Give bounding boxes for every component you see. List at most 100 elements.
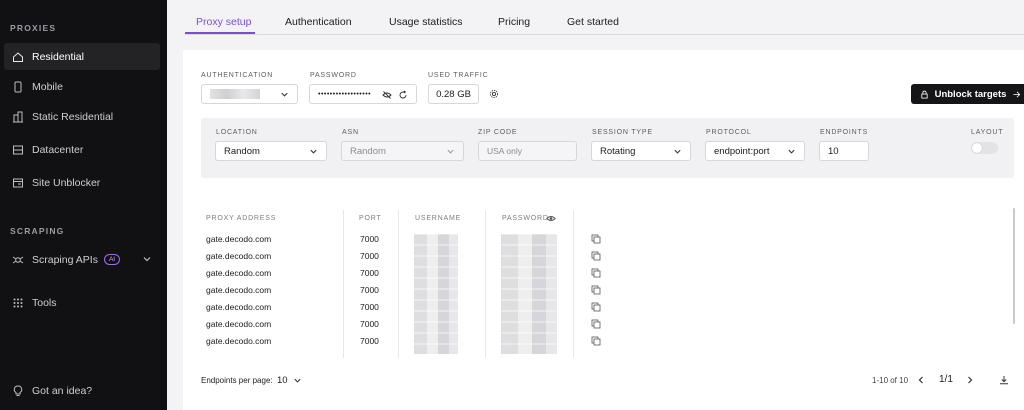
eye-off-icon[interactable] <box>382 90 392 100</box>
toggle-knob <box>972 143 982 153</box>
refresh-icon[interactable] <box>398 90 408 100</box>
table-row-port: 7000 <box>360 268 379 278</box>
location-label: LOCATION <box>216 129 258 136</box>
protocol-select[interactable]: endpoint:port <box>705 141 805 161</box>
table-row-address: gate.decodo.com <box>206 336 272 346</box>
sidebar-item-label: Datacenter <box>32 143 84 156</box>
main-content: Proxy setup Authentication Usage statist… <box>167 0 1024 410</box>
chevron-down-icon <box>674 149 681 154</box>
chevron-down-icon[interactable] <box>142 254 152 264</box>
copy-icon[interactable] <box>591 251 601 261</box>
zip-code-placeholder: USA only <box>487 146 522 156</box>
tab-bar: Proxy setup Authentication Usage statist… <box>185 0 1024 35</box>
grid-icon <box>12 297 24 309</box>
spider-icon <box>12 254 24 266</box>
table-row-address: gate.decodo.com <box>206 319 272 329</box>
server-icon <box>12 144 24 156</box>
tab-authentication[interactable]: Authentication <box>285 16 352 28</box>
sidebar-item-label: Site Unblocker <box>32 176 101 189</box>
sidebar-item-datacenter[interactable]: Datacenter <box>4 136 160 163</box>
sidebar-item-residential[interactable]: Residential <box>4 43 160 70</box>
sidebar-item-label: Scraping APIs <box>32 253 98 266</box>
proxy-setup-panel: AUTHENTICATION PASSWORD ••••••••••••••••… <box>183 50 1024 410</box>
sidebar-item-scraping-apis[interactable]: Scraping APIs AI <box>4 246 160 273</box>
table-row-port: 7000 <box>360 251 379 261</box>
chevron-right-icon[interactable] <box>965 375 975 385</box>
column-divider <box>485 210 486 358</box>
chevron-down-icon <box>310 149 317 154</box>
chevron-down-icon <box>281 92 288 97</box>
endpoints-label: ENDPOINTS <box>820 129 869 136</box>
sidebar-item-got-an-idea[interactable]: Got an idea? <box>4 377 160 404</box>
building-icon <box>12 111 24 123</box>
redacted-passwords <box>501 234 557 354</box>
zip-code-input[interactable]: USA only <box>478 141 577 161</box>
endpoints-per-page-label: Endpoints per page: <box>201 376 273 385</box>
session-type-value: Rotating <box>600 145 636 157</box>
filters-bar: LOCATION Random ASN Random ZIP CODE USA … <box>201 118 1014 178</box>
home-icon <box>12 51 24 63</box>
copy-icon[interactable] <box>591 285 601 295</box>
copy-icon[interactable] <box>591 302 601 312</box>
download-icon[interactable] <box>999 375 1009 385</box>
copy-icon[interactable] <box>591 319 601 329</box>
gear-icon[interactable] <box>489 89 499 99</box>
tab-pricing[interactable]: Pricing <box>498 16 530 28</box>
ai-badge: AI <box>103 254 121 265</box>
table-scrollbar[interactable] <box>1013 208 1015 324</box>
unblock-targets-button[interactable]: Unblock targets <box>911 84 1024 104</box>
chevron-left-icon[interactable] <box>916 375 926 385</box>
tab-proxy-setup[interactable]: Proxy setup <box>196 16 251 28</box>
sidebar: PROXIES Residential Mobile Static Reside… <box>0 0 167 410</box>
sidebar-item-label: Tools <box>32 296 57 309</box>
sidebar-item-static-residential[interactable]: Static Residential <box>4 103 160 130</box>
copy-icon[interactable] <box>591 268 601 278</box>
table-row-port: 7000 <box>360 336 379 346</box>
zip-code-label: ZIP CODE <box>478 129 518 136</box>
location-select[interactable]: Random <box>215 141 327 161</box>
chevron-down-icon <box>293 378 301 383</box>
endpoints-input[interactable]: 10 <box>819 141 869 161</box>
protocol-value: endpoint:port <box>714 145 770 157</box>
asn-select[interactable]: Random <box>341 141 464 161</box>
column-header-password: PASSWORD <box>502 215 549 222</box>
sidebar-item-site-unblocker[interactable]: Site Unblocker <box>4 169 160 196</box>
active-tab-indicator <box>185 32 255 34</box>
tab-get-started[interactable]: Get started <box>567 16 619 28</box>
column-divider <box>343 210 344 358</box>
unblock-icon <box>12 177 24 189</box>
used-traffic-value: 0.28 GB <box>428 84 479 104</box>
column-header-username: USERNAME <box>415 215 462 222</box>
sidebar-item-label: Mobile <box>32 80 63 93</box>
phone-icon <box>12 81 24 93</box>
authentication-label: AUTHENTICATION <box>201 72 274 79</box>
arrow-right-icon <box>1013 91 1021 97</box>
session-type-select[interactable]: Rotating <box>591 141 691 161</box>
authentication-select[interactable] <box>201 84 298 104</box>
endpoints-table: PROXY ADDRESS PORT USERNAME PASSWORD gat… <box>201 210 1001 358</box>
used-traffic-label: USED TRAFFIC <box>428 72 489 79</box>
per-page-select[interactable]: 10 <box>277 375 302 386</box>
copy-icon[interactable] <box>591 336 601 346</box>
copy-icon[interactable] <box>591 234 601 244</box>
column-divider <box>573 210 574 358</box>
table-row-address: gate.decodo.com <box>206 302 272 312</box>
password-field[interactable]: •••••••••••••••••• <box>309 84 417 104</box>
unblock-targets-label: Unblock targets <box>934 88 1007 100</box>
session-type-label: SESSION TYPE <box>592 129 653 136</box>
redacted-usernames <box>414 234 458 354</box>
sidebar-item-label: Residential <box>32 50 84 63</box>
per-page-value: 10 <box>277 375 288 386</box>
chevron-down-icon <box>447 149 454 154</box>
layout-toggle[interactable] <box>971 142 998 154</box>
tab-usage-statistics[interactable]: Usage statistics <box>389 16 463 28</box>
table-row-port: 7000 <box>360 302 379 312</box>
redacted-value <box>210 89 260 99</box>
sidebar-item-mobile[interactable]: Mobile <box>4 73 160 100</box>
eye-icon[interactable] <box>546 214 556 223</box>
sidebar-item-tools[interactable]: Tools <box>4 289 160 316</box>
asn-value: Random <box>350 145 386 157</box>
table-row-port: 7000 <box>360 319 379 329</box>
password-label: PASSWORD <box>310 72 357 79</box>
location-value: Random <box>224 145 260 157</box>
